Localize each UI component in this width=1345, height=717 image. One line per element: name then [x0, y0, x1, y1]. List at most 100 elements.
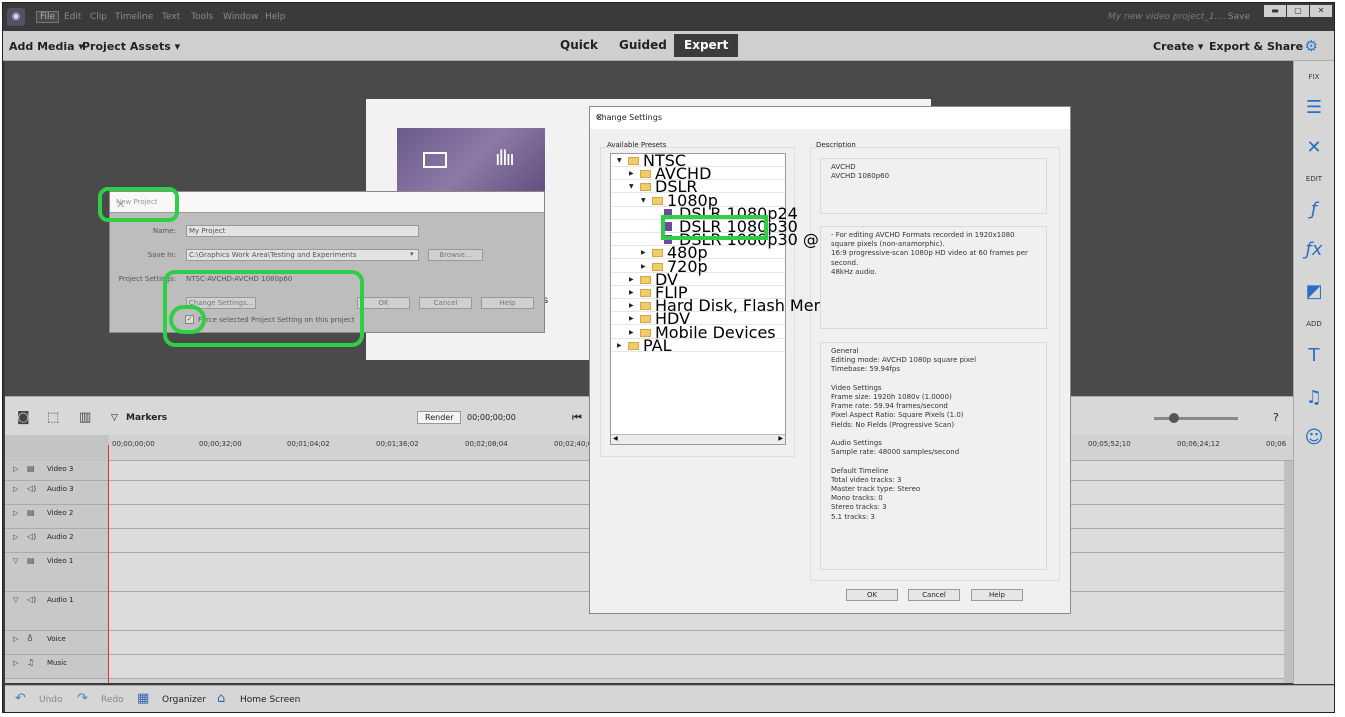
menu-text[interactable]: Text: [162, 12, 180, 22]
undo-button[interactable]: Undo: [39, 695, 63, 705]
zoom-slider-handle[interactable]: [1169, 413, 1179, 423]
go-to-start-icon[interactable]: ⏮: [572, 411, 582, 425]
menu-tools[interactable]: Tools: [191, 12, 213, 22]
expand-icon[interactable]: ▷: [13, 509, 18, 517]
create-button[interactable]: Create ▾: [1153, 40, 1203, 53]
adjustments-icon[interactable]: ☰: [1294, 97, 1334, 118]
tree-node[interactable]: ▶ DV: [611, 271, 785, 287]
audio-wave-icon: ıllıı: [495, 146, 515, 170]
tree-node[interactable]: ▶ Mobile Devices: [611, 324, 785, 340]
markers-button[interactable]: Markers: [126, 413, 167, 423]
expand-arrow-icon[interactable]: ▶: [629, 286, 634, 299]
maximize-button[interactable]: ▢: [1287, 5, 1309, 17]
presets-tree[interactable]: ▼ NTSC ▶ AVCHD ▼ DSLR ▼ 1080p DSLR 1080p24 DSLR 1…: [610, 153, 956, 445]
graphics-icon[interactable]: ☺: [1294, 427, 1334, 448]
tree-node[interactable]: ▶ 720p: [611, 258, 785, 274]
effects-icon[interactable]: ƒ: [1294, 199, 1334, 220]
trash-icon[interactable]: ▥: [79, 410, 91, 425]
organizer-button[interactable]: Organizer: [162, 695, 206, 705]
close-icon[interactable]: ✕: [596, 113, 1064, 122]
track-voice[interactable]: ▷ ♁ Voice: [5, 631, 1284, 655]
tools-icon[interactable]: ✕: [1294, 137, 1334, 158]
help-button[interactable]: Help: [971, 589, 1023, 601]
tab-expert[interactable]: Expert: [674, 34, 739, 57]
fx-icon[interactable]: ƒx: [1294, 239, 1334, 260]
close-window-button[interactable]: ✕: [1310, 5, 1332, 17]
browse-button[interactable]: Browse...: [428, 249, 483, 261]
expand-arrow-icon[interactable]: ▶: [617, 339, 622, 352]
export-share-button[interactable]: Export & Share: [1209, 40, 1303, 53]
project-assets-button[interactable]: Project Assets ▾: [82, 40, 180, 53]
expand-arrow-icon[interactable]: ▶: [629, 299, 634, 312]
expand-icon[interactable]: ▷: [13, 485, 18, 493]
menu-file[interactable]: File: [36, 11, 60, 23]
titles-icon[interactable]: T: [1294, 345, 1334, 366]
tab-guided[interactable]: Guided: [609, 34, 677, 57]
menu-clip[interactable]: Clip: [90, 12, 107, 22]
home-screen-button[interactable]: Home Screen: [240, 695, 300, 705]
track-label: Audio 2: [47, 533, 74, 541]
save-button[interactable]: Save: [1228, 12, 1250, 22]
menu-edit[interactable]: Edit: [64, 12, 81, 22]
tree-hscrollbar[interactable]: ◀ ▶: [611, 434, 785, 444]
zoom-slider[interactable]: [1154, 417, 1238, 420]
ruler-tick: 00;06;24;12: [1177, 440, 1220, 448]
export-frame-icon[interactable]: ⬚: [47, 410, 59, 425]
fix-label: FIX: [1308, 73, 1320, 81]
tree-node[interactable]: ▶ PAL: [611, 337, 785, 353]
menu-help[interactable]: Help: [265, 12, 286, 22]
music-icon[interactable]: ♫: [1294, 387, 1334, 408]
menu-window[interactable]: Window: [223, 12, 259, 22]
ruler-tick: 00;02;40;0: [554, 440, 593, 448]
expand-icon[interactable]: ▷: [13, 465, 18, 473]
expand-icon[interactable]: ▷: [13, 635, 18, 643]
collapse-arrow-icon[interactable]: ▼: [641, 194, 646, 207]
add-media-button[interactable]: Add Media ▾: [9, 40, 84, 53]
track-header: ▷ ◁) Audio 3: [5, 481, 109, 504]
description-settings: General Editing mode: AVCHD 1080p square…: [820, 342, 1047, 570]
scroll-left-icon[interactable]: ◀: [613, 435, 618, 442]
chevron-down-icon[interactable]: ▾: [410, 250, 414, 258]
track-music[interactable]: ▷ ♫ Music: [5, 655, 1284, 679]
collapse-arrow-icon[interactable]: ▼: [629, 180, 634, 193]
save-in-field[interactable]: C:\Graphics Work Area\Testing and Experi…: [186, 249, 419, 261]
cancel-button[interactable]: Cancel: [908, 589, 960, 601]
tree-node[interactable]: ▶ AVCHD: [611, 166, 785, 182]
help-icon[interactable]: ?: [1273, 411, 1279, 424]
expand-arrow-icon[interactable]: ▶: [641, 246, 646, 259]
expand-icon[interactable]: ▷: [13, 659, 18, 667]
scroll-right-icon[interactable]: ▶: [778, 435, 783, 442]
collapse-icon[interactable]: ▽: [13, 557, 18, 565]
redo-button[interactable]: Redo: [101, 695, 124, 705]
minimize-button[interactable]: ▬: [1264, 5, 1286, 17]
timecode-display[interactable]: 00;00;00;00: [467, 413, 516, 422]
expand-arrow-icon[interactable]: ▶: [629, 312, 634, 325]
cancel-button[interactable]: Cancel: [419, 297, 472, 309]
expand-arrow-icon[interactable]: ▶: [629, 273, 634, 286]
playhead[interactable]: [108, 445, 109, 683]
tree-node[interactable]: ▶ Hard Disk, Flash Memory Camcorders: [611, 298, 956, 314]
timeline-scrollbar[interactable]: [1284, 461, 1293, 683]
tab-quick[interactable]: Quick: [550, 34, 608, 57]
gear-icon[interactable]: ⚙: [1305, 37, 1318, 55]
render-button[interactable]: Render: [417, 411, 462, 424]
redo-icon[interactable]: ↷: [77, 691, 88, 706]
name-field[interactable]: My Project: [186, 225, 419, 237]
track-header: ▷ ▤ Video 2: [5, 505, 109, 528]
collapse-arrow-icon[interactable]: ▼: [617, 154, 622, 167]
close-icon[interactable]: ✕: [116, 198, 538, 211]
ok-button[interactable]: OK: [846, 589, 898, 601]
transitions-icon[interactable]: ◩: [1294, 281, 1334, 302]
menu-timeline[interactable]: Timeline: [115, 12, 153, 22]
expand-arrow-icon[interactable]: ▶: [641, 260, 646, 273]
expand-icon[interactable]: ▷: [13, 533, 18, 541]
home-icon[interactable]: ⌂: [217, 691, 225, 706]
ok-button[interactable]: OK: [357, 297, 410, 309]
collapse-icon[interactable]: ▽: [13, 596, 18, 604]
expand-arrow-icon[interactable]: ▶: [629, 326, 634, 339]
undo-icon[interactable]: ↶: [15, 691, 26, 706]
camera-icon[interactable]: ◙: [17, 410, 30, 425]
expand-arrow-icon[interactable]: ▶: [629, 167, 634, 180]
organizer-icon[interactable]: ▦: [137, 691, 149, 706]
help-button[interactable]: Help: [481, 297, 534, 309]
